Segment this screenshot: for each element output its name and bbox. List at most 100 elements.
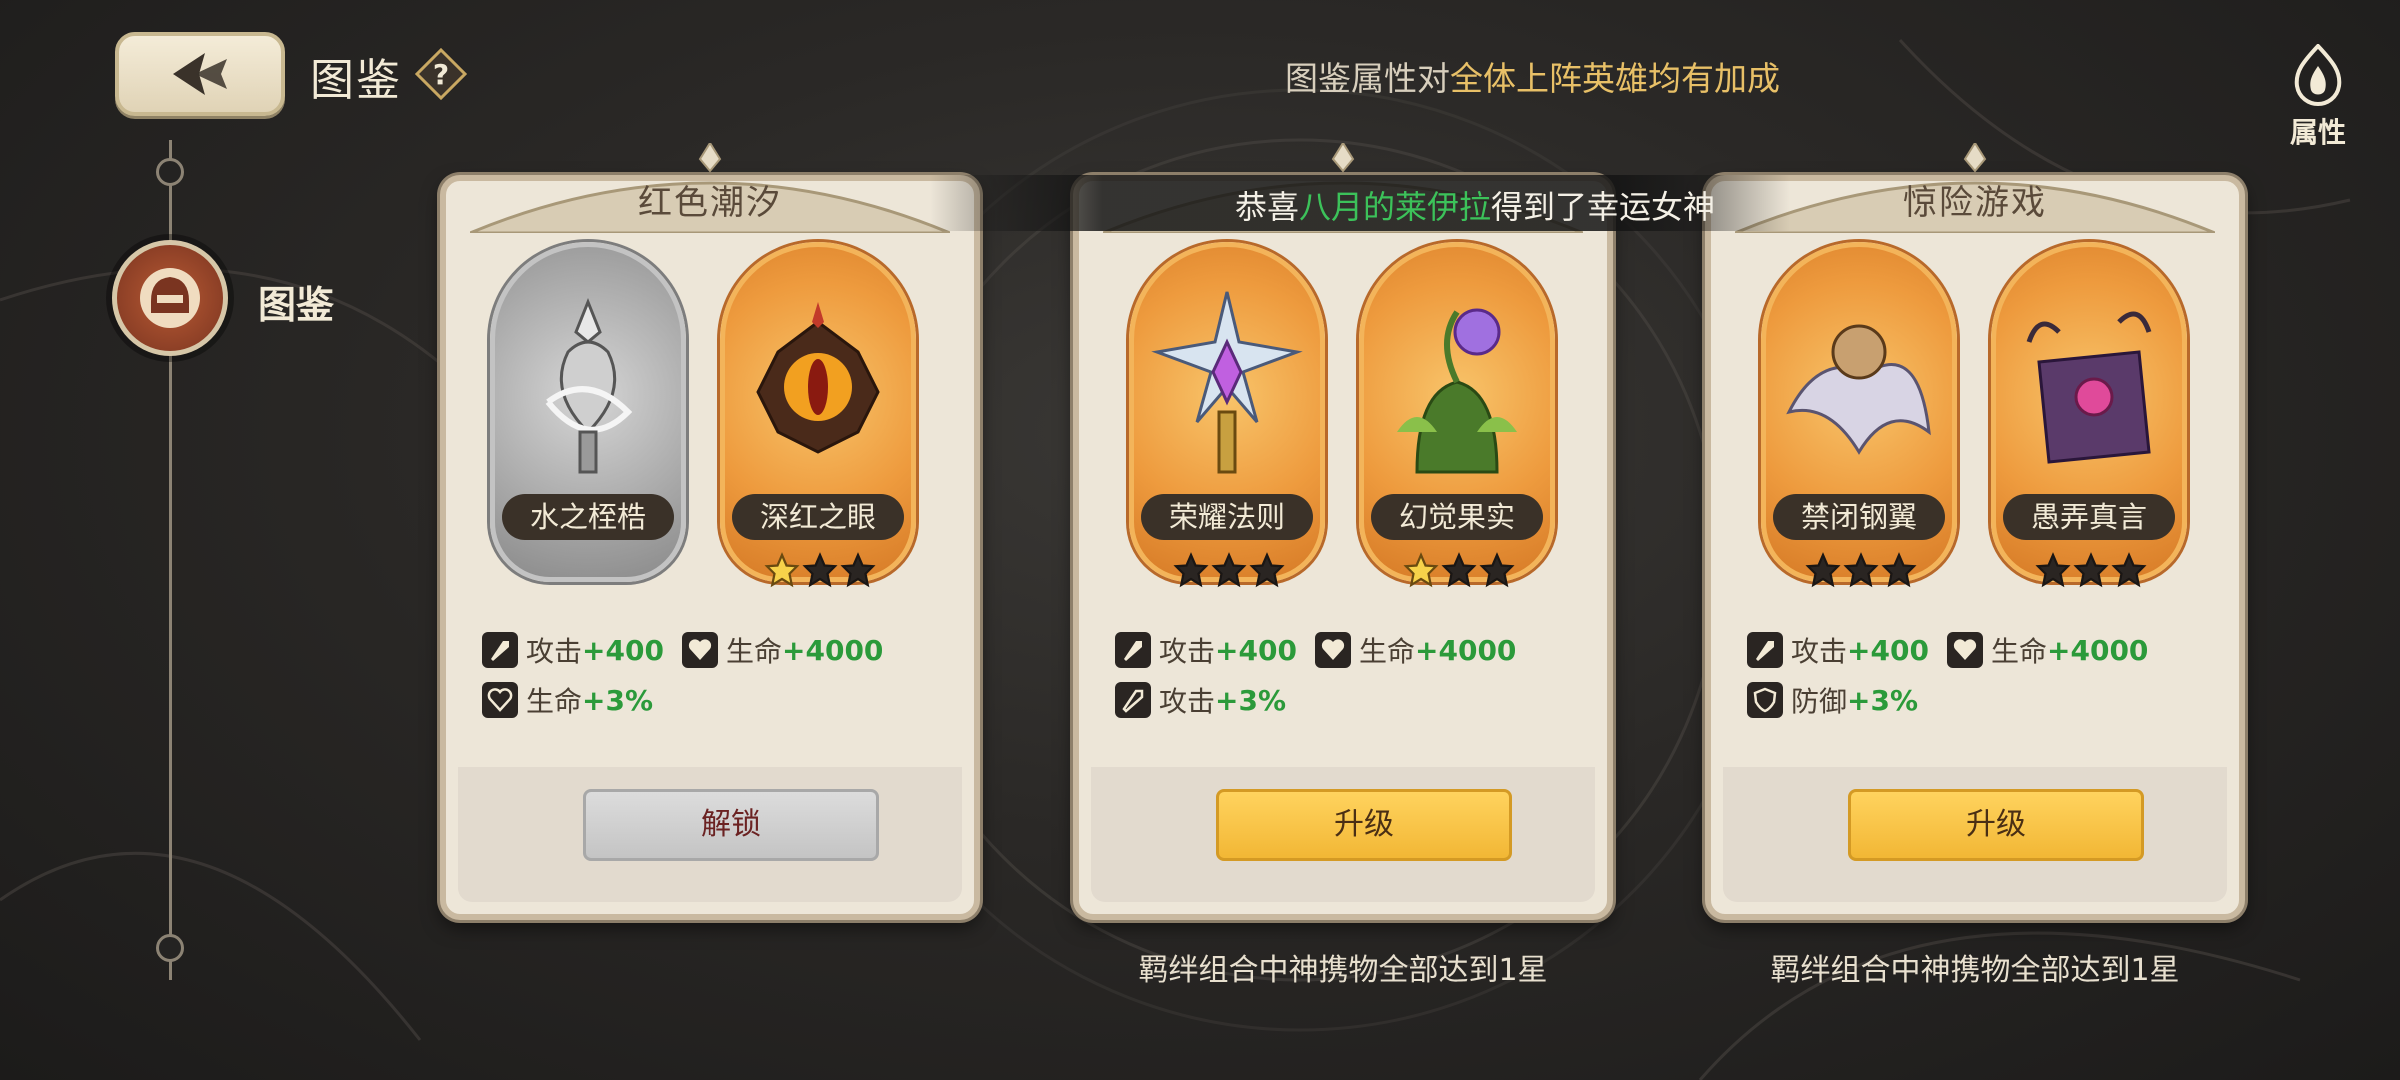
stat-life: 生命 +4000 (1947, 630, 2148, 670)
stat-label: 防御 (1791, 685, 1848, 718)
stat-attack: 攻击 +400 (1747, 630, 1929, 670)
mocking-words-icon (2026, 311, 2152, 464)
star-rating (2031, 552, 2151, 592)
upgrade-button[interactable]: 升级 (1216, 789, 1512, 861)
broadcast-suffix: 得到了幸运女神 (1491, 188, 1716, 226)
help-icon[interactable]: ? (415, 48, 467, 100)
relic-name: 水之桎梏 (502, 494, 674, 540)
star-empty-icon (1249, 552, 1285, 588)
stat-label: 攻击 (526, 635, 583, 668)
stat-value: +4000 (1415, 633, 1517, 667)
stat-life-percent: 生命 +3% (482, 680, 653, 720)
star-rating (1169, 552, 1289, 592)
helmet-icon (140, 268, 200, 328)
page-title: 图鉴 (310, 55, 402, 106)
illusion-fruit-icon (1397, 308, 1517, 474)
stat-value: +400 (1215, 633, 1297, 667)
star-filled-icon (1403, 552, 1439, 588)
relic-item[interactable]: 荣耀法则 (1129, 242, 1325, 588)
stat-label: 生命 (726, 635, 783, 668)
broadcast-message: 恭喜八月的莱伊拉得到了幸运女神 (1235, 182, 1715, 228)
attributes-button[interactable]: 属性 (2278, 43, 2358, 154)
stat-defense: 防御 +3% (1747, 680, 1918, 720)
relic-item[interactable]: 禁闭钢翼 (1761, 242, 1957, 588)
collection-card-1: 解锁 红色潮汐 水之桎梏 深红之眼 攻击 +400 生命 +4000 生命 +3… (440, 135, 980, 920)
relic-item[interactable]: 深红之眼 (720, 242, 916, 588)
star-rating (1399, 552, 1519, 592)
stat-label: 攻击 (1159, 635, 1216, 668)
notice-highlight: 全体上阵英雄均有加成 (1450, 59, 1780, 98)
relic-name: 幻觉果实 (1371, 494, 1543, 540)
sidebar-item-handbook[interactable] (112, 240, 228, 356)
back-arrow-icon (173, 53, 227, 95)
stat-label: 攻击 (1159, 685, 1216, 718)
star-empty-icon (802, 552, 838, 588)
attack-icon (1115, 632, 1151, 668)
star-rating (760, 552, 880, 592)
star-empty-icon (1479, 552, 1515, 588)
back-button[interactable] (115, 32, 285, 116)
stat-value: +400 (1847, 633, 1929, 667)
life-icon (1947, 632, 1983, 668)
stat-value: +3% (1847, 683, 1919, 717)
relic-item[interactable]: 水之桎梏 (490, 242, 686, 582)
relic-item[interactable]: 愚弄真言 (1991, 242, 2187, 588)
stat-value: +4000 (2047, 633, 2149, 667)
upgrade-condition: 羁绊组合中神携物全部达到1星 (1770, 953, 2180, 988)
sealed-steel-wing-icon (1786, 324, 1931, 455)
relic-item[interactable]: 幻觉果实 (1359, 242, 1555, 588)
broadcast-player-name: 八月的莱伊拉 (1299, 188, 1492, 226)
stat-value: +3% (1215, 683, 1287, 717)
water-shackle-icon (545, 297, 633, 474)
star-empty-icon (840, 552, 876, 588)
stat-attack: 攻击 +400 (1115, 630, 1297, 670)
stat-life: 生命 +4000 (1315, 630, 1516, 670)
crimson-eye-icon (756, 302, 880, 454)
glory-law-icon (1151, 291, 1303, 474)
collection-card-3: 升级 惊险游戏 禁闭钢翼 愚弄真言 攻击 +400 生命 +4000 防御 +3… (1705, 135, 2245, 920)
star-empty-icon (1805, 552, 1841, 588)
bonus-notice: 图鉴属性对全体上阵英雄均有加成 (1285, 52, 1780, 100)
defense-icon (1747, 682, 1783, 718)
relic-name: 愚弄真言 (2003, 494, 2175, 540)
star-empty-icon (1441, 552, 1477, 588)
stat-value: +3% (582, 683, 654, 717)
sidebar-dot-top (156, 158, 184, 186)
sidebar-label-handbook: 图鉴 (258, 283, 335, 327)
attack-icon (1747, 632, 1783, 668)
stat-life: 生命 +4000 (682, 630, 883, 670)
life-icon (682, 632, 718, 668)
star-empty-icon (2111, 552, 2147, 588)
stat-label: 生命 (1991, 635, 2048, 668)
card-footer: 升级 (1723, 767, 2227, 902)
attributes-label: 属性 (2289, 116, 2346, 149)
stat-attack-percent: 攻击 +3% (1115, 680, 1286, 720)
card-title: 红色潮汐 (638, 183, 782, 223)
card-footer: 解锁 (458, 767, 962, 902)
unlock-button[interactable]: 解锁 (583, 789, 879, 861)
stat-label: 攻击 (1791, 635, 1848, 668)
attack-icon (482, 632, 518, 668)
star-empty-icon (1843, 552, 1879, 588)
attack-percent-icon (1115, 682, 1151, 718)
star-empty-icon (1881, 552, 1917, 588)
stat-value: +4000 (782, 633, 884, 667)
star-filled-icon (764, 552, 800, 588)
collection-card-2: 升级 荣耀法则 幻觉果实 攻击 +400 生命 +4000 攻击 +3% (1073, 135, 1613, 920)
life-icon (1315, 632, 1351, 668)
relic-name: 深红之眼 (732, 494, 904, 540)
notice-prefix: 图鉴属性对 (1285, 59, 1450, 98)
star-empty-icon (2073, 552, 2109, 588)
card-footer: 升级 (1091, 767, 1595, 902)
star-empty-icon (1173, 552, 1209, 588)
relic-name: 禁闭钢翼 (1773, 494, 1945, 540)
stat-label: 生命 (1359, 635, 1416, 668)
stat-label: 生命 (526, 685, 583, 718)
star-empty-icon (1211, 552, 1247, 588)
stat-value: +400 (582, 633, 664, 667)
star-empty-icon (2035, 552, 2071, 588)
broadcast-prefix: 恭喜 (1235, 188, 1300, 226)
star-rating (1801, 552, 1921, 592)
upgrade-button[interactable]: 升级 (1848, 789, 2144, 861)
stat-attack: 攻击 +400 (482, 630, 664, 670)
